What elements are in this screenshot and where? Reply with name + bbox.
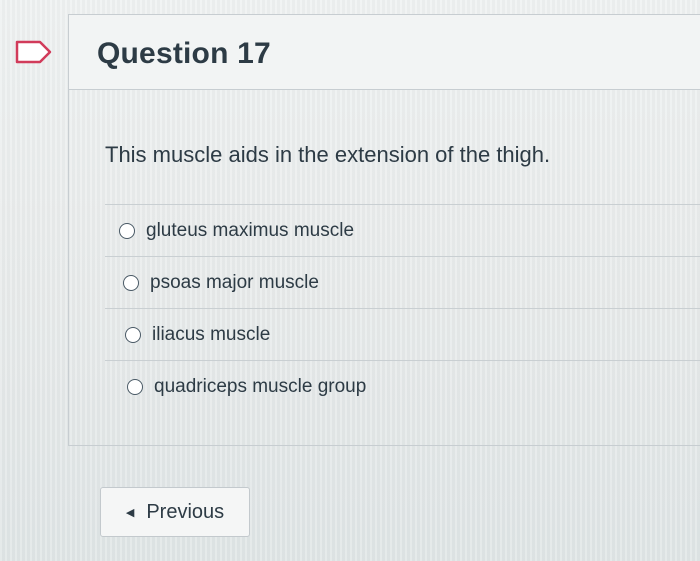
radio-button[interactable] — [125, 326, 141, 343]
previous-label: Previous — [146, 500, 225, 523]
answer-option[interactable]: gluteus maximus muscle — [105, 204, 700, 256]
radio-button[interactable] — [123, 274, 139, 291]
question-body: This muscle aids in the extension of the… — [68, 90, 700, 446]
radio-button[interactable] — [119, 222, 135, 239]
question-text: This muscle aids in the extension of the… — [105, 142, 551, 167]
quiz-page: Question 17 This muscle aids in the exte… — [0, 0, 700, 561]
answer-label: gluteus maximus muscle — [146, 219, 355, 241]
answer-option[interactable]: iliacus muscle — [105, 308, 700, 360]
question-title: Question 17 — [97, 37, 271, 70]
radio-button[interactable] — [127, 378, 143, 395]
answer-option[interactable]: quadriceps muscle group — [105, 360, 700, 412]
previous-button[interactable]: ◀ Previous — [100, 487, 250, 537]
answer-label: iliacus muscle — [152, 323, 271, 345]
answer-label: psoas major muscle — [150, 271, 319, 293]
answer-option[interactable]: psoas major muscle — [105, 256, 700, 308]
triangle-left-icon: ◀ — [125, 506, 135, 519]
answer-list: gluteus maximus muscle psoas major muscl… — [105, 204, 700, 412]
answer-label: quadriceps muscle group — [154, 375, 367, 397]
bookmark-flag-icon[interactable] — [14, 38, 54, 66]
question-header: Question 17 — [68, 14, 700, 90]
